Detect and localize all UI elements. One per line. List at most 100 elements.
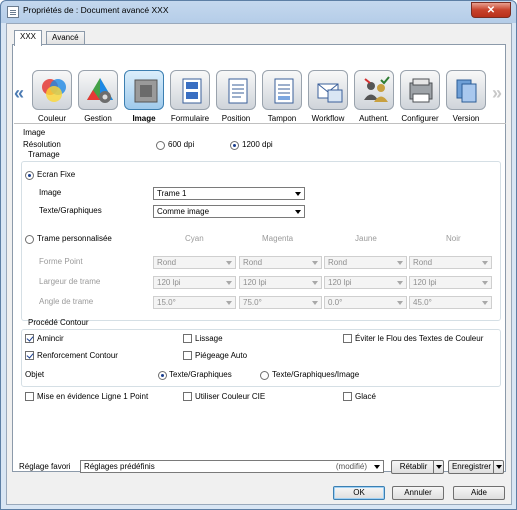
reglage-favori-label: Réglage favori [19,462,71,471]
stamp-icon [274,78,294,104]
image-icon [134,79,158,103]
contour-heading: Procédé Contour [28,318,89,327]
radio-1200dpi[interactable] [230,141,239,150]
checkbox-glace[interactable] [343,392,352,401]
ok-button[interactable]: OK [333,486,385,500]
category-version[interactable]: Version [444,70,488,126]
category-tampon[interactable]: Tampon [260,70,304,126]
category-workflow[interactable]: Workflow [306,70,350,126]
retablir-button[interactable]: Rétablir [391,460,444,474]
utiliser-cie-label: Utiliser Couleur CIE [195,392,266,401]
checkbox-eviter-flou[interactable] [343,334,352,343]
tramage-heading: Tramage [28,150,60,159]
texte-graphiques-select[interactable]: Comme image [153,205,305,218]
close-button[interactable]: ✕ [471,2,511,18]
window-title: Propriétés de : Document avancé XXX [23,5,169,15]
mise-en-evidence-label: Mise en évidence Ligne 1 Point [37,392,149,401]
radio-trame-personnalisee[interactable] [25,235,34,244]
forme-point-jaune[interactable]: Rond [324,256,407,269]
printer-config-icon [409,78,433,103]
users-auth-icon [364,76,390,102]
radio-ecran-fixe[interactable] [25,171,34,180]
aide-button[interactable]: Aide [453,486,505,500]
objet-opt2-label: Texte/Graphiques/Image [272,370,360,379]
angle-trame-cyan[interactable]: 15.0° [153,296,236,309]
category-configurer[interactable]: Configurer [398,70,442,126]
objet-label: Objet [25,370,45,379]
angle-trame-label: Angle de trame [39,297,94,306]
title-bar[interactable]: Propriétés de : Document avancé XXX ✕ [1,1,516,23]
radio-600dpi-label: 600 dpi [168,140,195,149]
chevron-down-icon[interactable] [433,461,443,473]
image-trame-label: Image [39,188,62,197]
largeur-trame-noir[interactable]: 120 lpi [409,276,492,289]
version-icon [456,79,477,103]
eviter-flou-label: Éviter le Flou des Textes de Couleur [355,334,484,343]
checkbox-amincir[interactable] [25,334,34,343]
modified-indicator: (modifié) [335,462,367,471]
largeur-trame-jaune[interactable]: 120 lpi [324,276,407,289]
trame-personnalisee-label: Trame personnalisée [37,234,112,243]
checkbox-piegeage[interactable] [183,351,192,360]
radio-objet-texte-graphiques[interactable] [158,371,167,380]
window-document-icon [7,6,19,18]
tab-panel: « » Couleur Gestion Image Formulaire Pos… [12,44,506,472]
annuler-button[interactable]: Annuler [392,486,444,500]
form-icon [182,78,202,104]
category-image[interactable]: Image [122,70,166,126]
checkbox-utiliser-cie[interactable] [183,392,192,401]
objet-opt1-label: Texte/Graphiques [169,370,232,379]
chevron-down-icon [295,210,301,214]
workflow-icon [317,83,343,103]
image-trame-select[interactable]: Trame 1 [153,187,305,200]
amincir-label: Amincir [37,334,64,343]
image-section-heading: Image [23,128,46,137]
enregistrer-button[interactable]: Enregistrer [448,460,504,474]
chevron-down-icon [295,192,301,196]
angle-trame-noir[interactable]: 45.0° [409,296,492,309]
category-position[interactable]: Position [214,70,258,126]
column-noir: Noir [446,234,461,243]
divider [14,123,506,124]
column-jaune: Jaune [355,234,377,243]
texte-graphiques-label: Texte/Graphiques [39,206,102,215]
angle-trame-jaune[interactable]: 0.0° [324,296,407,309]
chevron-down-icon[interactable] [493,461,503,473]
reglage-favori-select[interactable]: Réglages prédéfinis (modifié) [80,460,384,473]
nav-next-icon[interactable]: » [492,83,502,104]
radio-600dpi[interactable] [156,141,165,150]
tab-xxx[interactable]: XXX [14,30,43,46]
category-couleur[interactable]: Couleur [30,70,74,126]
radio-objet-texte-graphiques-image[interactable] [260,371,269,380]
radio-1200dpi-label: 1200 dpi [242,140,273,149]
position-document-icon [228,78,248,104]
largeur-trame-cyan[interactable]: 120 lpi [153,276,236,289]
properties-window: Propriétés de : Document avancé XXX ✕ XX… [0,0,517,510]
checkbox-mise-en-evidence[interactable] [25,392,34,401]
forme-point-magenta[interactable]: Rond [239,256,322,269]
checkbox-lissage[interactable] [183,334,192,343]
dialog-client: XXX Avancé « » Couleur Gestion Image For… [6,23,512,505]
category-gestion[interactable]: Gestion [76,70,120,126]
renforcement-label: Renforcement Contour [37,351,118,360]
category-label: Version [452,114,480,123]
forme-point-cyan[interactable]: Rond [153,256,236,269]
nav-prev-icon[interactable]: « [14,83,24,104]
angle-trame-magenta[interactable]: 75.0° [239,296,322,309]
largeur-trame-label: Largeur de trame [39,277,101,286]
column-magenta: Magenta [262,234,294,243]
glace-label: Glacé [355,392,376,401]
gear-color-icon [87,78,113,103]
tab-avance[interactable]: Avancé [46,31,85,45]
category-formulaire[interactable]: Formulaire [168,70,212,126]
color-circles-icon [42,79,66,102]
category-authent[interactable]: Authent. [352,70,396,126]
lissage-label: Lissage [195,334,223,343]
largeur-trame-magenta[interactable]: 120 lpi [239,276,322,289]
piegeage-label: Piégeage Auto [195,351,248,360]
column-cyan: Cyan [185,234,204,243]
forme-point-noir[interactable]: Rond [409,256,492,269]
chevron-down-icon [374,465,380,469]
resolution-label: Résolution [23,140,61,149]
checkbox-renforcement[interactable] [25,351,34,360]
